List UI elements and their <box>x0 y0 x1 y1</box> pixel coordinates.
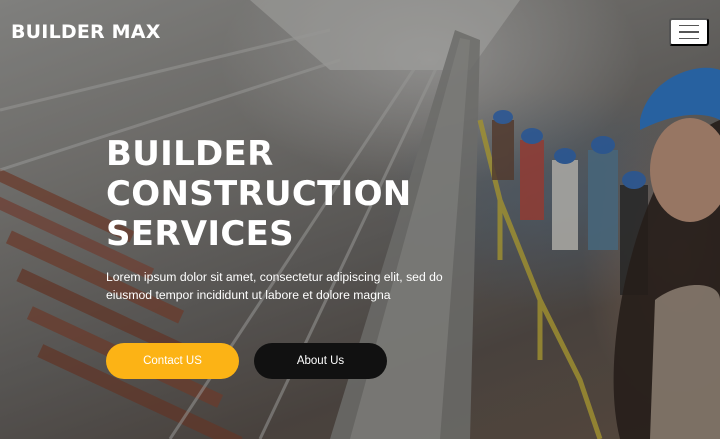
navbar: BUILDER MAX <box>0 0 720 64</box>
hero-title-line: BUILDER <box>106 134 274 174</box>
hamburger-menu-icon <box>679 24 699 27</box>
hero-buttons: Contact US About Us <box>106 343 387 379</box>
menu-toggle-button[interactable] <box>669 18 709 46</box>
about-us-button[interactable]: About Us <box>254 343 387 379</box>
hero-content: BUILDER CONSTRUCTION SERVICES Lorem ipsu… <box>106 134 526 304</box>
hero-title-line: CONSTRUCTION <box>106 174 412 214</box>
hero-description: Lorem ipsum dolor sit amet, consectetur … <box>106 270 443 302</box>
hamburger-menu-icon-bar <box>679 37 699 40</box>
hero-title-line: SERVICES <box>106 214 294 254</box>
contact-us-button[interactable]: Contact US <box>106 343 239 379</box>
hero-section: BUILDER MAX BUILDER CONSTRUCTION SERVICE… <box>0 0 720 439</box>
hero-title: BUILDER CONSTRUCTION SERVICES <box>106 134 526 254</box>
brand-logo[interactable]: BUILDER MAX <box>11 21 161 43</box>
hamburger-menu-icon-bar <box>679 31 699 33</box>
